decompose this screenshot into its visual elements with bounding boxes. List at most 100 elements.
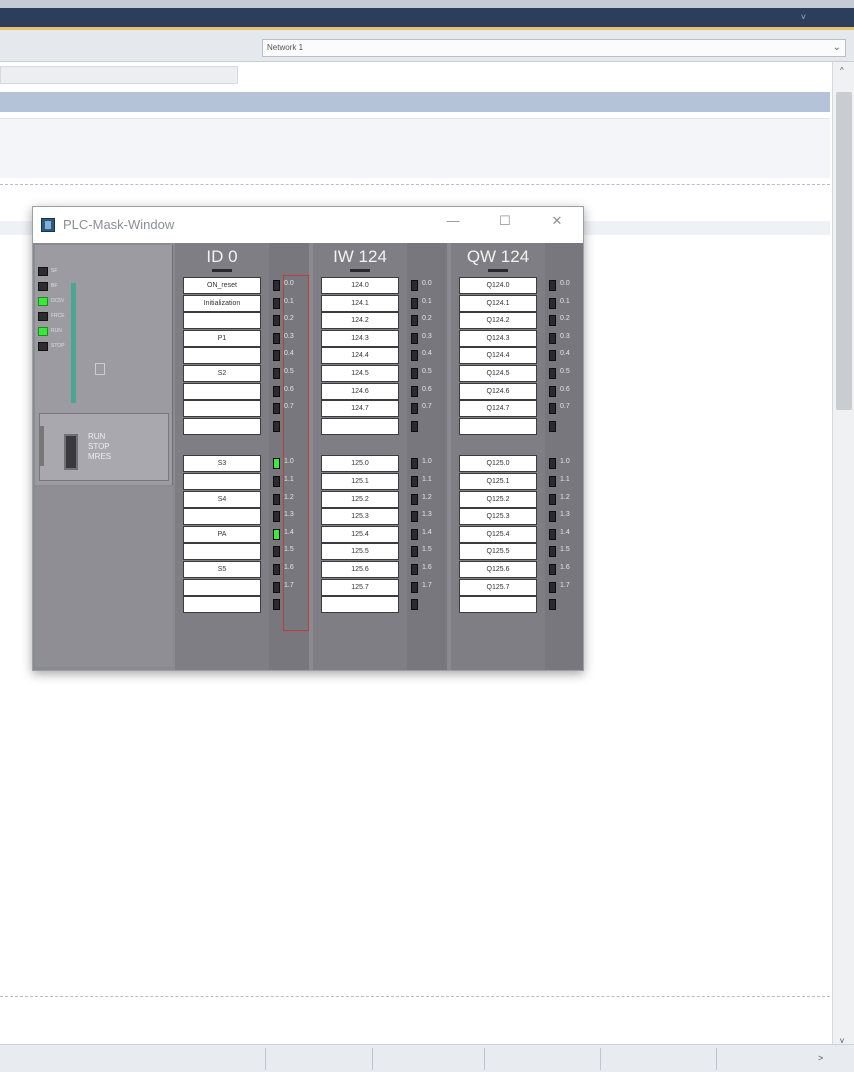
chevron-down-icon[interactable]: ⌄: [833, 40, 841, 56]
qw-cell: Q124.3: [459, 329, 537, 347]
input-bit-led: [273, 315, 280, 327]
input-bit-label: 1.2: [284, 493, 294, 501]
qw-module-header: QW 124: [451, 247, 545, 272]
qw-bit-led: [549, 368, 556, 379]
qw-bit-label: 0.6: [560, 385, 570, 393]
input-bit-led: [273, 280, 280, 291]
maximize-button[interactable]: ☐: [495, 213, 515, 229]
input-cell[interactable]: P1: [183, 329, 261, 347]
input-bit-led: [273, 403, 280, 415]
input-cell[interactable]: S2: [183, 365, 261, 382]
iw-bit-led: [411, 368, 418, 379]
input-bit-label: 1.1: [284, 476, 294, 483]
iw-bit-led: [411, 599, 418, 611]
input-cell[interactable]: [183, 596, 261, 614]
input-bit-label: 1.5: [284, 546, 294, 554]
cpu-led-sf: [38, 267, 48, 276]
status-separator: [372, 1048, 373, 1070]
mode-label-run: RUN: [88, 432, 106, 441]
iw-bit-label: 0.6: [422, 385, 432, 393]
iw-cell: 124.6: [321, 382, 399, 400]
qw-bit-led: [549, 280, 556, 291]
iw-bit-led: [411, 315, 418, 327]
minimize-button[interactable]: —: [443, 213, 463, 228]
iw-cell: 125.1: [321, 473, 399, 490]
input-cell[interactable]: [183, 578, 261, 596]
input-bit-led: [273, 458, 280, 470]
qw-bit-led: [549, 599, 556, 611]
cpu-led-label: RUN: [51, 328, 62, 334]
iw-bit-led: [411, 297, 418, 309]
network-select[interactable]: Network 1 ⌄: [262, 39, 846, 57]
input-cell[interactable]: [183, 508, 261, 526]
network-select-value: Network 1: [267, 43, 304, 52]
cpu-led-frce: [38, 312, 48, 321]
plc-window-titlebar[interactable]: PLC-Mask-Window — ☐ ✕: [33, 207, 583, 243]
iw-bit-led: [411, 385, 418, 397]
iw-cell: 125.5: [321, 543, 399, 561]
input-cell[interactable]: [183, 417, 261, 435]
qw-bit-led: [549, 315, 556, 327]
qw-bit-label: 1.2: [560, 493, 570, 501]
title-bar: ˅: [0, 0, 854, 30]
qw-bit-led: [549, 564, 556, 575]
qw-cell: Q124.7: [459, 400, 537, 418]
iw-bit-label: 0.4: [422, 350, 432, 358]
input-bit-led: [273, 332, 280, 344]
qw-bit-led: [549, 476, 556, 487]
input-bit-led: [273, 511, 280, 523]
qw-bit-label: 0.3: [560, 332, 570, 340]
qw-bit-led: [549, 297, 556, 309]
block-title-field[interactable]: [0, 66, 238, 84]
input-cell[interactable]: S5: [183, 561, 261, 578]
iw-cell: 124.2: [321, 312, 399, 330]
input-cell[interactable]: [183, 347, 261, 365]
iw-cell: 125.0: [321, 455, 399, 473]
input-bit-label: 1.0: [284, 458, 294, 466]
input-cell[interactable]: ON_reset: [183, 277, 261, 294]
input-bit-label: 0.0: [284, 280, 294, 287]
iw-bit-label: 0.1: [422, 297, 432, 305]
network-comment-area[interactable]: [0, 118, 830, 178]
input-cell[interactable]: [183, 312, 261, 330]
vertical-scrollbar[interactable]: ^ v: [832, 62, 854, 1052]
input-bit-led: [273, 581, 280, 593]
qw-bit-led: [549, 511, 556, 523]
input-cell[interactable]: Initialization: [183, 294, 261, 312]
scroll-right-icon[interactable]: >: [818, 1053, 823, 1063]
network-divider-bottom: [0, 996, 830, 997]
mode-label-stop: STOP: [88, 442, 110, 451]
input-bit-led: [273, 528, 280, 540]
plc-mask-window: PLC-Mask-Window — ☐ ✕ RUN STOP MRES SF BF…: [32, 206, 584, 671]
qw-bit-led: [549, 385, 556, 397]
qw-bit-led: [549, 420, 556, 432]
close-button[interactable]: ✕: [547, 213, 567, 229]
input-cell[interactable]: S3: [183, 455, 261, 473]
input-cell[interactable]: [183, 400, 261, 418]
qw-bit-label: 1.7: [560, 581, 570, 589]
plc-rack: RUN STOP MRES SF BF DC5V FRCE RUN STOP ID 0 I…: [33, 243, 583, 670]
scroll-up-icon[interactable]: ^: [840, 66, 844, 75]
input-cell[interactable]: [183, 473, 261, 490]
run-stop-switch[interactable]: [64, 434, 78, 470]
system-menu-icon[interactable]: ˅: [801, 12, 806, 22]
iw-cell: [321, 417, 399, 435]
input-cell[interactable]: [183, 543, 261, 561]
input-bit-label: 1.3: [284, 511, 294, 519]
iw-bit-led: [411, 581, 418, 593]
input-bit-label: 1.7: [284, 581, 294, 589]
input-bit-label: 0.6: [284, 385, 294, 393]
cpu-lower-panel: [35, 487, 173, 667]
iw-bit-led: [411, 332, 418, 344]
scrollbar-thumb[interactable]: [836, 92, 852, 410]
input-cell[interactable]: PA: [183, 525, 261, 543]
input-bit-led: [273, 564, 280, 575]
iw-bit-label: 1.6: [422, 564, 432, 571]
cpu-led-label: FRCE: [51, 313, 65, 319]
input-cell[interactable]: [183, 382, 261, 400]
input-bit-led: [273, 476, 280, 487]
input-cell[interactable]: S4: [183, 490, 261, 508]
qw-bit-label: 0.5: [560, 368, 570, 375]
qw-bit-label: 1.3: [560, 511, 570, 519]
qw-bit-led: [549, 581, 556, 593]
